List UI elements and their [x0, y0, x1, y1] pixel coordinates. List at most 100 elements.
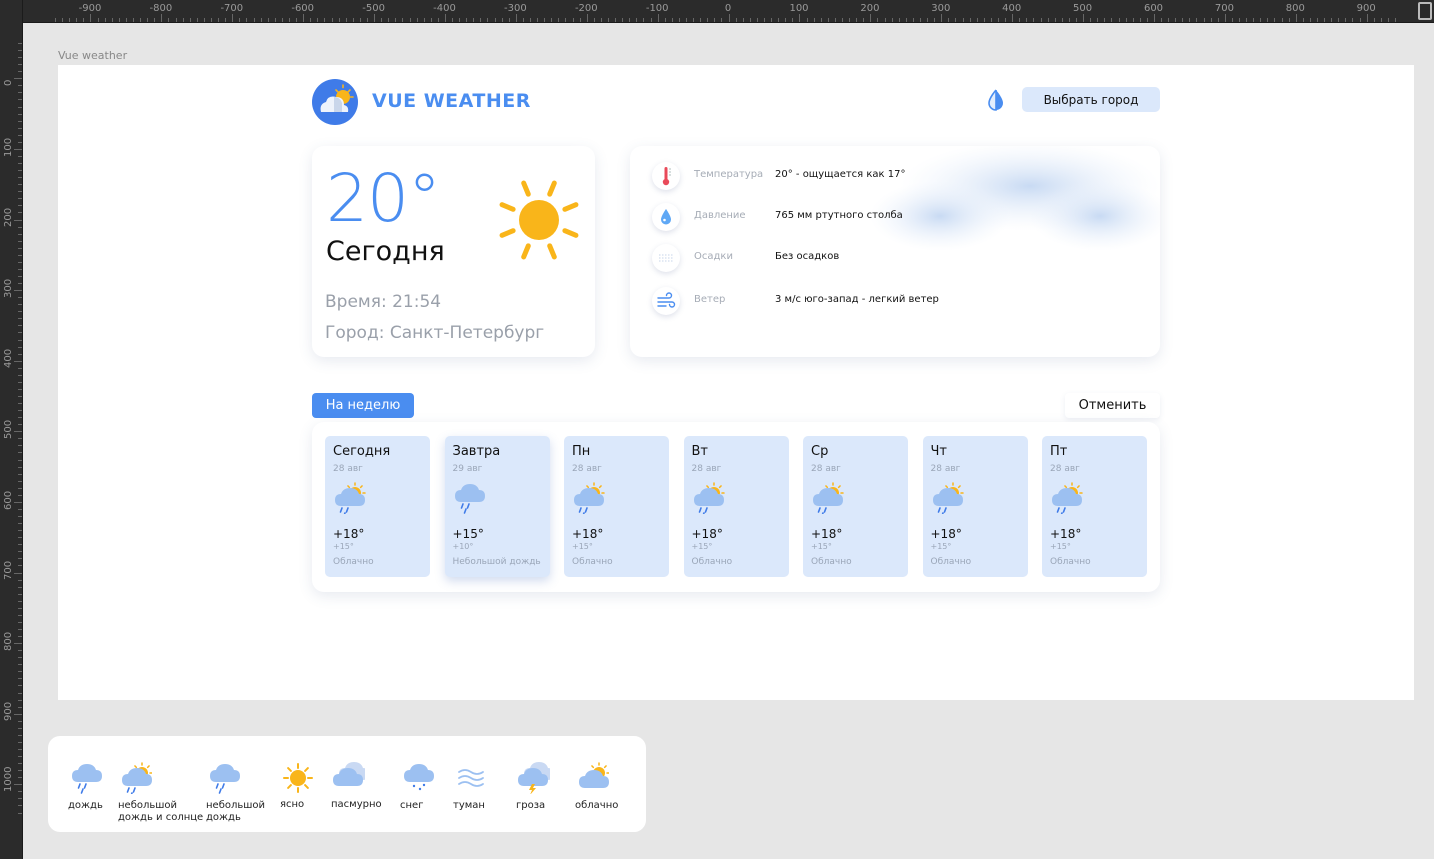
day-temperature: +18°	[333, 527, 365, 541]
cancel-button[interactable]: Отменить	[1065, 393, 1160, 418]
day-temperature: +18°	[1050, 527, 1082, 541]
drop-icon[interactable]	[984, 88, 1008, 112]
frame-label: Vue weather	[58, 49, 128, 62]
day-date: 28 авг	[691, 464, 722, 474]
day-name: Пн	[572, 444, 591, 459]
partly-cloudy-icon	[577, 762, 610, 794]
day-description: Облачно	[572, 557, 613, 567]
today-label: Сегодня	[326, 236, 445, 267]
today-card: 20° Сегодня Время: 21:54 Город: Санкт-Пе…	[312, 146, 595, 357]
detail-value: 765 мм ртутного столба	[775, 210, 903, 221]
precipitation-icon	[652, 244, 680, 272]
night-temperature: +15°	[691, 542, 713, 551]
day-date: 28 авг	[333, 464, 363, 474]
ruler-top-label: 700	[1214, 3, 1234, 14]
ruler-top-label: -300	[504, 3, 527, 14]
day-card[interactable]: Ср 28 авг +18° +15° Облачно	[803, 436, 908, 577]
ruler-top-label: 200	[860, 3, 880, 14]
legend-label: облачно	[575, 800, 619, 811]
rain-icon	[70, 762, 102, 794]
wind-icon	[652, 287, 680, 315]
day-card[interactable]: Пн 28 авг +18° +15° Облачно	[564, 436, 669, 577]
ruler-top-label: 500	[1073, 3, 1093, 14]
ruler-top-label: -200	[574, 3, 598, 14]
ruler-left-label: 100	[3, 137, 14, 157]
ruler-top-label: -400	[433, 3, 456, 14]
logo-icon	[312, 79, 358, 125]
fog-icon	[455, 762, 487, 794]
week-button[interactable]: На неделю	[312, 393, 414, 418]
ruler-top-label: -700	[220, 3, 244, 14]
day-temperature: +18°	[930, 527, 962, 541]
legend-label: дождь	[68, 800, 103, 811]
ruler-left-label: 600	[3, 490, 14, 510]
day-date: 28 авг	[1050, 464, 1080, 474]
overcast-icon	[333, 762, 369, 794]
ruler-left-label: 800	[3, 631, 14, 651]
ruler-end-handle	[1418, 2, 1432, 20]
legend-label: снег	[400, 800, 424, 811]
sun-icon	[499, 180, 579, 260]
cloudy-rain-sun-icon	[932, 482, 964, 514]
cloudy-rain-sun-icon	[693, 482, 725, 514]
day-description: Облачно	[811, 557, 852, 567]
ruler-left-label: 400	[3, 349, 14, 369]
cloud-background-image	[870, 146, 1160, 251]
detail-value: 3 м/с юго-запад - легкий ветер	[775, 294, 939, 305]
detail-label: Ветер	[694, 294, 726, 305]
cloudy-rain-sun-icon	[335, 482, 366, 514]
week-forecast: Сегодня 28 авг +18° +15° Облачно Завтра 29 авг…	[312, 422, 1160, 592]
day-temperature: +15°	[452, 527, 484, 541]
day-description: Небольшой дождь	[452, 557, 541, 567]
ruler-left-label: 700	[3, 561, 14, 581]
ruler-top-label: 400	[1002, 3, 1022, 14]
detail-value: 20° - ощущается как 17°	[775, 169, 906, 180]
day-card[interactable]: Завтра 29 авг +15° +10° Небольшой дождь	[444, 436, 550, 577]
legend-label: небольшой дождь и солнце	[118, 800, 204, 823]
ruler-corner	[0, 0, 22, 22]
ruler-top-label: -900	[78, 3, 102, 14]
day-date: 29 авг	[452, 464, 483, 474]
day-name: Ср	[811, 444, 829, 459]
night-temperature: +15°	[930, 542, 952, 551]
legend-label: гроза	[516, 800, 546, 811]
day-card[interactable]: Чт 28 авг +18° +15° Облачно	[922, 436, 1028, 577]
day-card[interactable]: Вт 28 авг +18° +15° Облачно	[683, 436, 789, 577]
ruler-left-label: 900	[3, 702, 14, 722]
day-date: 28 авг	[930, 464, 961, 474]
light-rain-sun-icon	[120, 762, 153, 798]
legend-label: небольшой дождь	[206, 800, 266, 823]
day-card[interactable]: Пт 28 авг +18° +15° Облачно	[1042, 436, 1147, 577]
day-temperature: +18°	[811, 527, 843, 541]
night-temperature: +15°	[811, 542, 832, 551]
ruler-top-label: -600	[291, 3, 315, 14]
ruler-top-label: -100	[645, 3, 669, 14]
cloudy-rain-sun-icon	[1052, 482, 1083, 514]
night-temperature: +15°	[1050, 542, 1071, 551]
current-temperature: 20°	[326, 160, 441, 237]
day-name: Сегодня	[333, 444, 391, 459]
night-temperature: +15°	[572, 542, 593, 551]
day-temperature: +18°	[691, 527, 723, 541]
day-card[interactable]: Сегодня 28 авг +18° +15° Облачно	[325, 436, 430, 577]
details-card: Температура 20° - ощущается как 17° Давлен…	[630, 146, 1160, 357]
ruler-left-label: 1000	[3, 766, 14, 792]
day-name: Вт	[691, 444, 709, 459]
cloudy-rain-sun-icon	[574, 482, 605, 514]
ruler-top-label: -800	[149, 3, 173, 14]
ruler-left-label: 0	[3, 79, 14, 86]
ruler-left-label: 200	[3, 208, 14, 228]
current-city: Город: Санкт-Петербург	[325, 323, 545, 343]
ruler-top-label: -500	[362, 3, 385, 14]
day-date: 28 авг	[572, 464, 602, 474]
day-description: Облачно	[930, 557, 972, 567]
night-temperature: +15°	[333, 542, 354, 551]
select-city-button[interactable]: Выбрать город	[1022, 87, 1160, 112]
icon-legend: дождь небольшой дождь и солнце небольшой д…	[48, 736, 646, 832]
light-rain-icon	[208, 762, 240, 794]
thunderstorm-icon	[518, 762, 554, 795]
ruler-left-label: 300	[3, 278, 14, 298]
legend-label: ясно	[280, 799, 305, 810]
ruler-top-label: 300	[931, 3, 951, 14]
ruler-top-label: 100	[789, 3, 809, 14]
